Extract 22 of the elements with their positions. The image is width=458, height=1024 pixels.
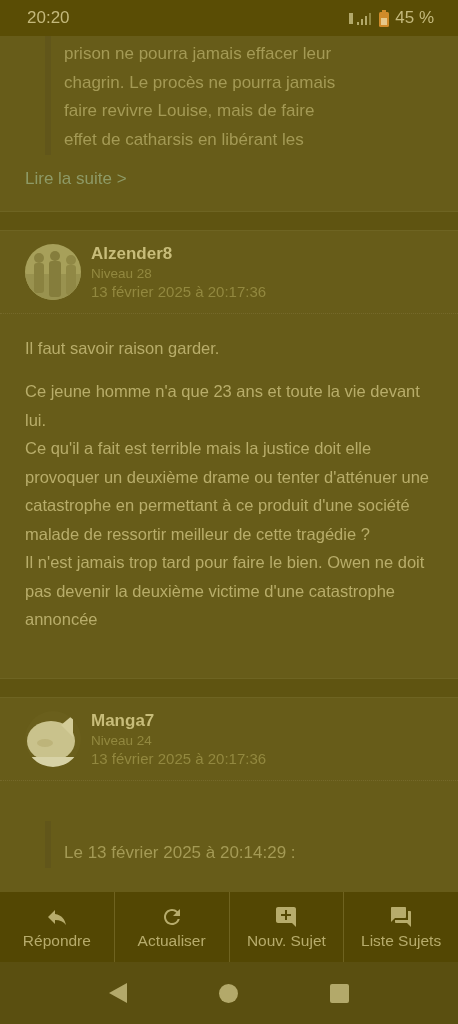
read-more-link[interactable]: Lire la suite > bbox=[25, 168, 127, 189]
author-name[interactable]: Alzender8 bbox=[91, 242, 267, 265]
post-text: Ce qu'il a fait est terrible mais la justice doit elle provoquer un deuxième drame ou tenter d'atténuer une catastrophe en permettant à ce produit d'une société malade de ressortir meilleur de cette tragédie ? bbox=[25, 438, 430, 545]
author-name[interactable]: Manga7 bbox=[91, 709, 267, 732]
battery-level: 45 % bbox=[395, 8, 434, 28]
battery-icon bbox=[379, 9, 390, 27]
quote-text: effet de catharsis en libérant les bbox=[64, 129, 305, 152]
post-text: Il faut savoir raison garder. bbox=[25, 337, 221, 359]
quote-text: chagrin. Le procès ne pourra jamais bbox=[64, 71, 337, 94]
post-text: Ce jeune homme n'a que 23 ans et toute la vie devant lui. bbox=[25, 381, 421, 431]
quote-text: prison ne pourra jamais effacer leur bbox=[64, 43, 333, 65]
signal-icon bbox=[349, 11, 374, 25]
post-text: Il n'est jamais trop tard pour faire le bien. Owen ne doit pas devenir la deuxième victime d'une catastrophe annoncée bbox=[25, 552, 426, 631]
home-icon[interactable] bbox=[219, 983, 238, 1003]
quote-header: Le 13 février 2025 à 20:14:29 : bbox=[64, 841, 297, 864]
reply-button[interactable]: Répondre bbox=[0, 892, 114, 962]
recents-icon[interactable] bbox=[330, 983, 349, 1003]
quote-text: faire revivre Louise, mais de faire bbox=[64, 100, 316, 123]
clock: 20:20 bbox=[27, 8, 70, 28]
chat-bubbles-icon bbox=[389, 904, 414, 929]
back-icon[interactable] bbox=[109, 983, 127, 1003]
add-comment-icon bbox=[274, 904, 299, 929]
